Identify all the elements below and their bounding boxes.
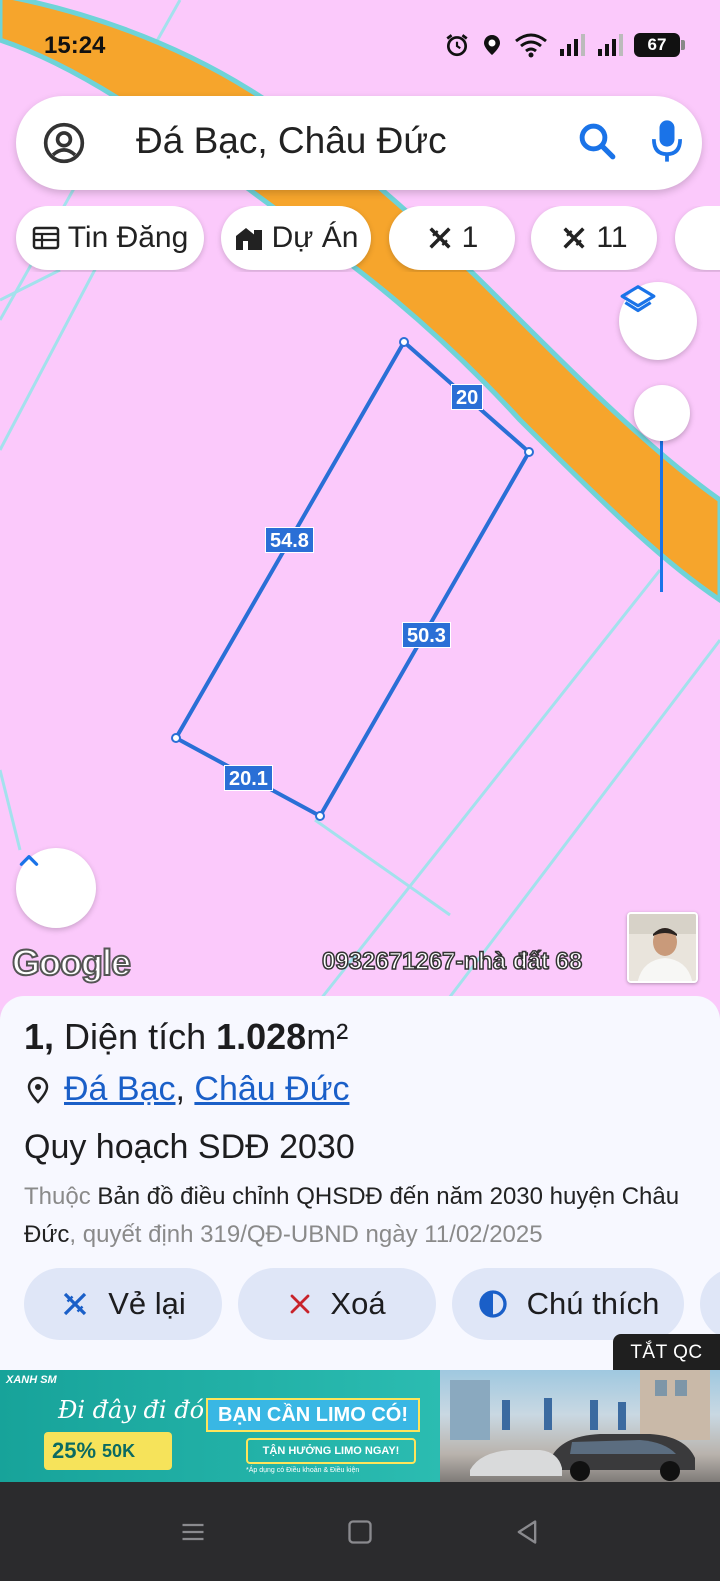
- more-action-button[interactable]: [700, 1268, 720, 1340]
- area-label: Diện tích: [54, 1016, 217, 1057]
- square-icon: [348, 1519, 372, 1544]
- location-icon: [484, 35, 500, 55]
- menu-icon: [182, 1523, 204, 1540]
- ad-brand: XANH SM: [6, 1374, 57, 1386]
- area-value: 1.028: [216, 1016, 307, 1057]
- home-button[interactable]: [346, 1518, 374, 1546]
- legend-label: Chú thích: [526, 1286, 660, 1321]
- wifi-icon: [515, 33, 547, 58]
- search-input[interactable]: Đá Bạc, Châu Đức: [136, 120, 447, 162]
- ad-left-panel: XANH SM Đi đây đi đó BẠN CẦN LIMO CÓ! 25…: [0, 1370, 440, 1482]
- chip-more[interactable]: [675, 206, 720, 270]
- close-icon: [291, 1294, 310, 1314]
- battery-indicator: 67: [634, 33, 685, 57]
- info-sheet: 1, Diện tích 1.028m² Đá Bạc, Châu Đức Qu…: [0, 996, 720, 1370]
- back-button[interactable]: [513, 1518, 541, 1546]
- parcel-number: 1,: [24, 1016, 55, 1057]
- delete-label: Xoá: [330, 1286, 386, 1321]
- edge-label-left: 54.8: [265, 527, 314, 553]
- signal-icon-1: [560, 34, 585, 56]
- search-bar[interactable]: Đá Bạc, Châu Đức: [16, 96, 702, 190]
- microphone-icon[interactable]: [652, 118, 682, 164]
- location-link-ward[interactable]: Đá Bạc: [64, 1070, 176, 1108]
- contrast-icon: [478, 1290, 507, 1318]
- ad-headline: BẠN CẦN LIMO CÓ!: [206, 1398, 420, 1432]
- ad-cta: TẬN HƯỞNG LIMO NGAY!: [246, 1438, 416, 1464]
- chevron-up-icon: [19, 855, 39, 866]
- location-separator: ,: [175, 1070, 185, 1108]
- recent-apps-button[interactable]: [179, 1518, 207, 1546]
- signal-icon-2: [598, 34, 623, 56]
- desc-decision: , quyết định 319/QĐ-UBND ngày 11/02/2025: [69, 1221, 543, 1248]
- ad-script-text: Đi đây đi đó: [58, 1396, 205, 1424]
- parcel-title: 1, Diện tích 1.028m²: [24, 1016, 348, 1058]
- back-triangle-icon: [517, 1519, 536, 1544]
- ruler-pencil-icon: [563, 227, 585, 249]
- delete-button[interactable]: Xoá: [238, 1268, 436, 1340]
- agent-avatar[interactable]: [627, 912, 698, 983]
- ad-promo: 25% 50K: [44, 1432, 172, 1470]
- edge-label-bottom: 20.1: [224, 765, 273, 791]
- alarm-icon: [446, 34, 468, 57]
- location-link-district[interactable]: Châu Đức: [194, 1070, 349, 1108]
- legend-button[interactable]: Chú thích: [452, 1268, 684, 1340]
- account-icon[interactable]: [42, 121, 86, 165]
- turn-off-ads-button[interactable]: TẮT QC: [613, 1334, 720, 1372]
- chip-measure-11[interactable]: 11: [531, 206, 657, 270]
- plan-description: Thuộc Bản đồ điều chỉnh QHSDĐ đến năm 20…: [24, 1178, 704, 1254]
- filter-chips: Tin Đăng Dự Án 1 11: [0, 206, 720, 272]
- google-logo: Google: [11, 941, 132, 984]
- action-buttons: Vẻ lại Xoá Chú thích: [0, 1268, 720, 1342]
- car-photo-icon: [450, 1370, 710, 1481]
- chip-label: Tin Đăng: [67, 221, 189, 254]
- layers-icon: [620, 285, 656, 313]
- ad-fine-print: *Áp dụng có Điều khoản & Điều kiện: [246, 1467, 360, 1474]
- edge-label-right: 50.3: [402, 622, 451, 648]
- ruler-pencil-icon: [429, 227, 451, 249]
- desc-prefix: Thuộc: [24, 1183, 98, 1210]
- zoom-slider-handle[interactable]: [634, 385, 690, 441]
- redraw-button[interactable]: Vẻ lại: [24, 1268, 222, 1340]
- system-nav-bar: [0, 1482, 720, 1581]
- map-watermark: 0932671267-nhà đất 68: [321, 947, 583, 976]
- area-unit: m²: [306, 1016, 349, 1057]
- chip-label: 1: [461, 221, 479, 254]
- search-icon[interactable]: [576, 120, 618, 162]
- chip-label: 11: [596, 221, 628, 254]
- calendar-table-icon: [32, 226, 59, 250]
- layers-button[interactable]: [619, 282, 697, 360]
- person-photo-icon: [629, 914, 696, 981]
- edge-label-top: 20: [451, 384, 484, 410]
- chip-tin-dang[interactable]: Tin Đăng: [16, 206, 204, 270]
- chip-du-an[interactable]: Dự Án: [221, 206, 371, 270]
- location-pin-icon: [27, 1076, 49, 1104]
- location-row: Đá Bạc, Châu Đức: [26, 1070, 349, 1109]
- redraw-label: Vẻ lại: [108, 1286, 186, 1321]
- ad-banner[interactable]: XANH SM Đi đây đi đó BẠN CẦN LIMO CÓ! 25…: [0, 1370, 720, 1482]
- ad-photo: [440, 1370, 720, 1482]
- ruler-pencil-icon: [64, 1292, 87, 1316]
- ad-promo-amount: 50K: [102, 1440, 136, 1461]
- expand-up-button[interactable]: [16, 848, 96, 928]
- chip-measure-1[interactable]: 1: [389, 206, 515, 270]
- ad-promo-percent: 25%: [52, 1438, 97, 1463]
- status-icons: 67: [444, 32, 685, 58]
- chip-label: Dự Án: [271, 221, 359, 254]
- status-time: 15:24: [44, 32, 106, 59]
- buildings-icon: [235, 228, 262, 250]
- plan-title: Quy hoạch SDĐ 2030: [24, 1128, 355, 1166]
- status-bar: 15:24 67: [0, 0, 720, 90]
